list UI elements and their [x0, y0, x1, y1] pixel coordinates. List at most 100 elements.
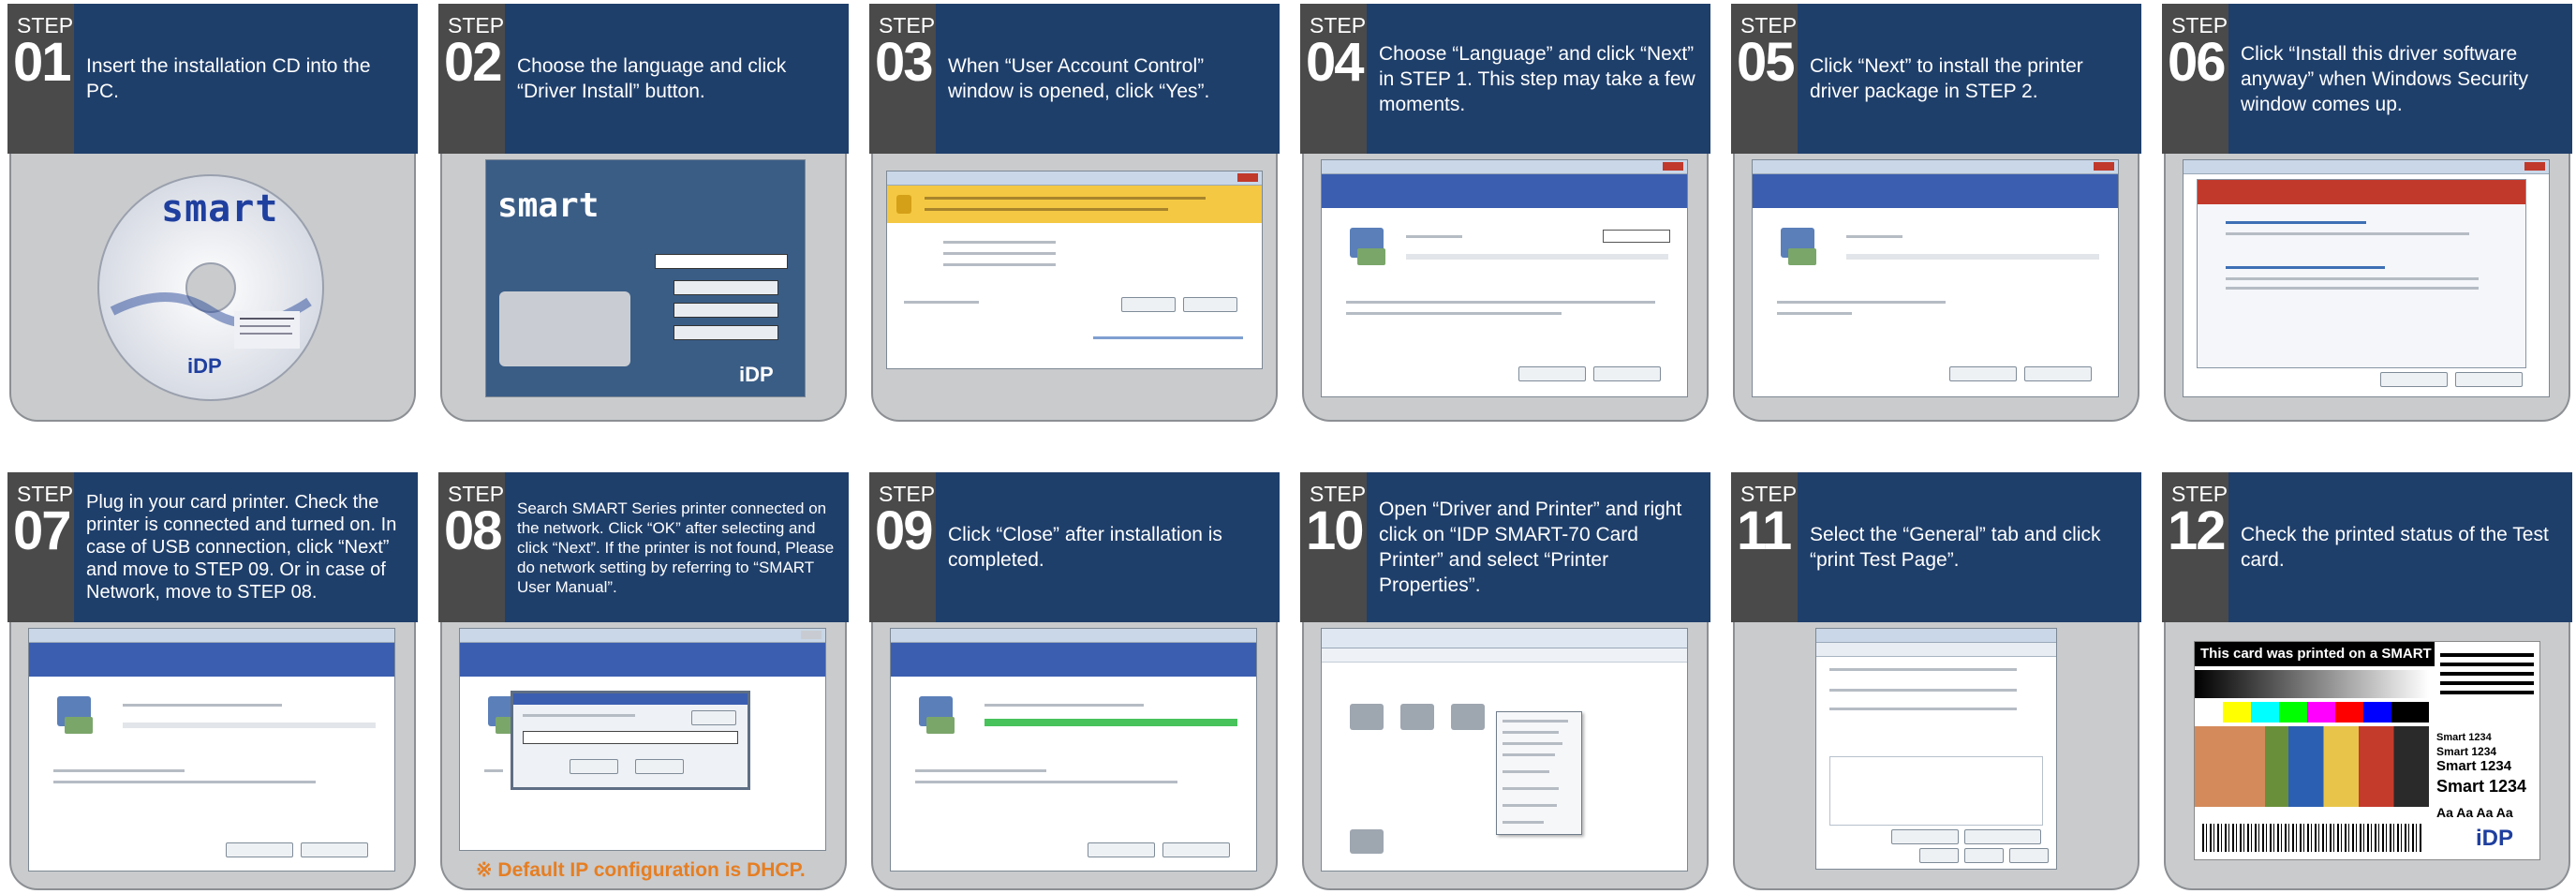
- print-test-page-button: [1964, 829, 2041, 844]
- step-tab: STEP 05: [1731, 4, 1798, 154]
- step-number: 02: [444, 32, 502, 93]
- next-button: [2024, 366, 2092, 381]
- network-printer-dialog: [511, 691, 750, 790]
- test-card-color-bars: [2195, 702, 2429, 723]
- step-number: 08: [444, 500, 502, 561]
- installer-screenshot: smart iDP: [485, 159, 806, 397]
- window-titlebar: [1753, 160, 2118, 174]
- step-number: 10: [1306, 500, 1364, 561]
- window-titlebar: [887, 171, 1262, 186]
- step-tab: STEP 10: [1300, 472, 1367, 622]
- step-description: Choose “Language” and click “Next” in ST…: [1379, 42, 1695, 115]
- step-number: 06: [2168, 32, 2226, 93]
- step-number: 07: [13, 500, 71, 561]
- preferences-button: [1891, 829, 1959, 844]
- test-card-barcode: [2202, 824, 2423, 852]
- step-description: Search SMART Series printer connected on…: [517, 499, 835, 596]
- step-number: 11: [1737, 500, 1792, 561]
- yes-button: [1121, 297, 1176, 312]
- plug-printer-screenshot: [28, 628, 395, 872]
- printer-icon-1: [1350, 704, 1384, 730]
- context-menu: [1496, 711, 1582, 835]
- network-search-screenshot: [459, 628, 826, 851]
- step-card-09: STEP 09 Click “Close” after installation…: [869, 472, 1280, 894]
- next-button: [1162, 842, 1230, 857]
- window-titlebar: [2184, 160, 2549, 174]
- step-tab: STEP 08: [438, 472, 505, 622]
- window-titlebar: [29, 629, 394, 643]
- step-description: Choose the language and click “Driver In…: [517, 55, 787, 102]
- step-card-10: STEP 10 Open “Driver and Printer” and ri…: [1300, 472, 1710, 894]
- uac-warning-band: [887, 186, 1262, 223]
- apply-button: [2009, 848, 2049, 863]
- step-tab: STEP 02: [438, 4, 505, 154]
- step-description: Click “Next” to install the printer driv…: [1810, 55, 2083, 102]
- test-card-text-1: Smart 1234: [2436, 732, 2492, 743]
- test-card-photo: [2195, 726, 2429, 807]
- toolbar: [1322, 648, 1687, 663]
- test-card-lines: [2440, 648, 2534, 723]
- search-button: [691, 710, 736, 725]
- step-tab: STEP 12: [2162, 472, 2228, 622]
- installer-idp-logo: iDP: [739, 363, 774, 386]
- step-card-12: STEP 12 Check the printed status of the …: [2162, 472, 2572, 894]
- cd-smart-logo: smart: [161, 187, 279, 231]
- step-card-04: STEP 04 Choose “Language” and click “Nex…: [1300, 4, 1710, 425]
- test-card-idp-logo: iDP: [2476, 826, 2514, 851]
- step-tab: STEP 03: [869, 4, 936, 154]
- test-card-sample: Aa Aa Aa Aa: [2436, 805, 2513, 820]
- step-tab: STEP 11: [1731, 472, 1798, 622]
- computer-icon: [1350, 228, 1385, 265]
- cancel-button: [226, 842, 293, 857]
- installer-smart-logo: smart: [497, 186, 600, 225]
- step-description: Click “Install this driver software anyw…: [2241, 42, 2528, 115]
- cancel-button: [1518, 366, 1586, 381]
- menu-button-2: [674, 303, 778, 318]
- step-description: Select the “General” tab and click “prin…: [1810, 524, 2101, 571]
- security-warning-band: [2198, 180, 2525, 204]
- installer-step1-screenshot: [1321, 159, 1688, 397]
- computer-icon: [57, 696, 93, 734]
- install-progress-bar: [985, 719, 1237, 726]
- window-titlebar: [460, 629, 825, 643]
- step-number: 03: [875, 32, 933, 93]
- window-titlebar: [891, 629, 1256, 643]
- step-description: Click “Close” after installation is comp…: [948, 524, 1222, 571]
- devices-printers-screenshot: [1321, 628, 1688, 872]
- step-description: Plug in your card printer. Check the pri…: [86, 492, 397, 603]
- install-complete-screenshot: [890, 628, 1257, 872]
- printer-icon-3: [1451, 704, 1485, 730]
- cd-idp-logo: iDP: [187, 354, 222, 378]
- step-description: Open “Driver and Printer” and right clic…: [1379, 499, 1682, 596]
- security-dialog: [2197, 179, 2526, 368]
- step-description: Check the printed status of the Test car…: [2241, 524, 2549, 571]
- close-icon: [1237, 173, 1258, 182]
- driver-install-button: [674, 280, 778, 295]
- test-card-headline: This card was printed on a SMART: [2195, 642, 2435, 666]
- computer-icon: [1781, 228, 1816, 265]
- cancel-button: [1964, 848, 2004, 863]
- next-button: [2455, 372, 2523, 387]
- address-bar: [1322, 629, 1687, 648]
- step-card-03: STEP 03 When “User Account Control” wind…: [869, 4, 1280, 425]
- step-tab: STEP 04: [1300, 4, 1367, 154]
- test-card-text-4: Smart 1234: [2436, 777, 2527, 796]
- step-number: 05: [1737, 32, 1795, 93]
- dhcp-note: ※ Default IP configuration is DHCP.: [476, 859, 806, 881]
- printer-select: [523, 731, 738, 744]
- test-card-gradient: [2195, 670, 2429, 698]
- language-select: [655, 254, 788, 269]
- window-titlebar: [1322, 160, 1687, 174]
- dialog-cancel-button: [635, 759, 684, 774]
- close-icon: [801, 631, 822, 639]
- ok-button: [1919, 848, 1959, 863]
- printer-icon-2: [1400, 704, 1434, 730]
- close-icon: [2094, 162, 2114, 171]
- window-banner: [1753, 174, 2118, 208]
- menu-button-3: [674, 325, 778, 340]
- step-card-05: STEP 05 Click “Next” to install the prin…: [1731, 4, 2141, 425]
- next-button: [301, 842, 368, 857]
- shield-icon: [896, 195, 911, 214]
- window-titlebar: [1816, 629, 2056, 643]
- cancel-button: [2380, 372, 2448, 387]
